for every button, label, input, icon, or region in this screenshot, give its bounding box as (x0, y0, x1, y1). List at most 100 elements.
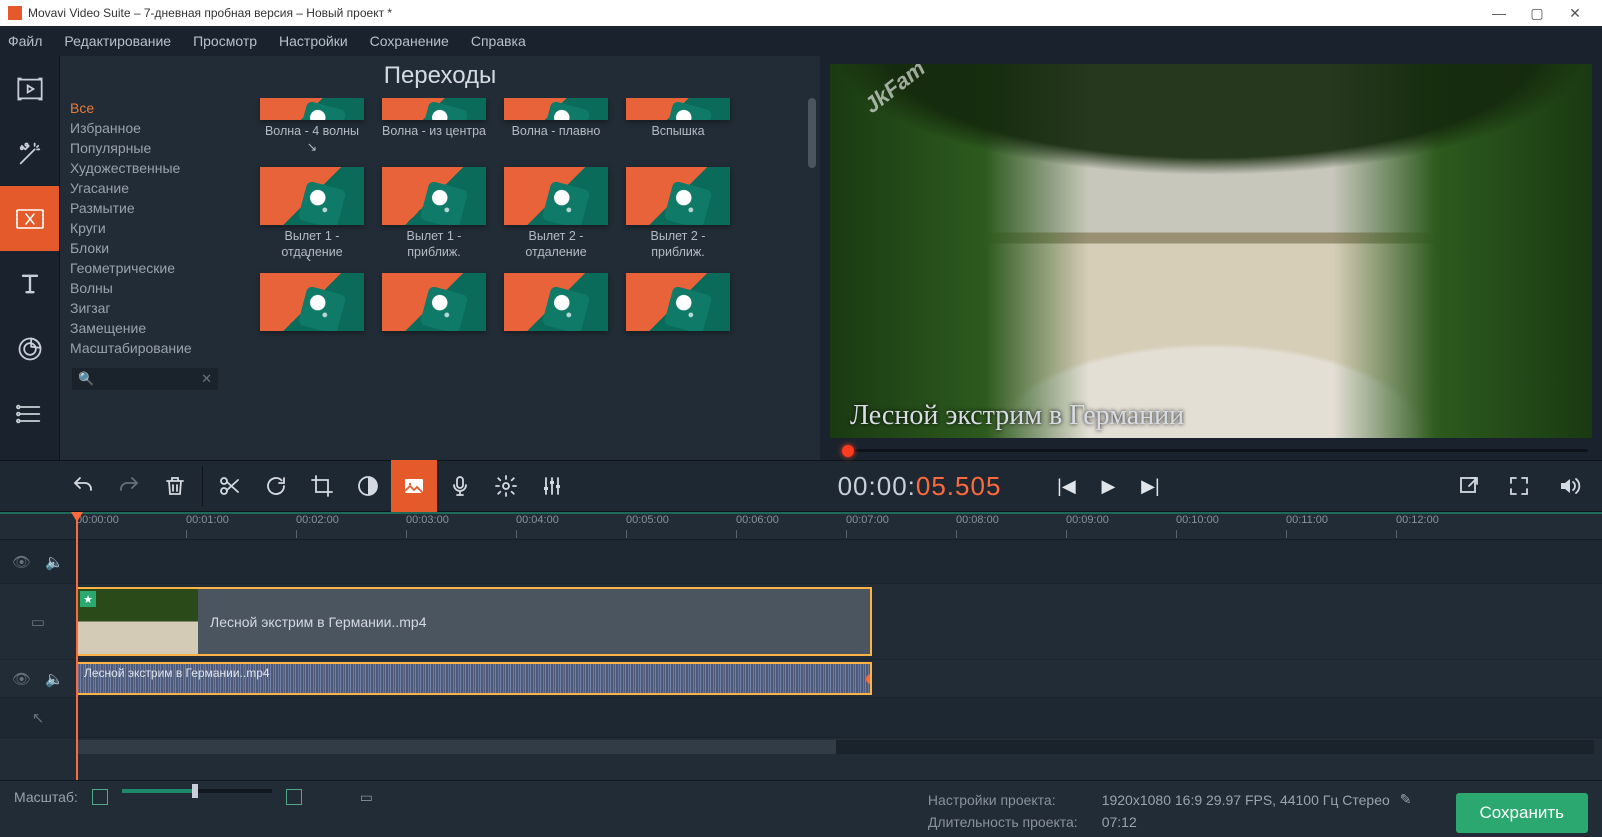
transition-item[interactable]: Волна - 4 волны ↘ (260, 98, 364, 155)
edit-settings-icon[interactable]: ✎ (1400, 791, 1412, 808)
split-button[interactable] (207, 460, 253, 512)
favorite-icon[interactable]: ★ (80, 591, 96, 607)
prev-frame-button[interactable]: |◀ (1047, 467, 1085, 505)
category-item[interactable]: Волны (66, 278, 224, 298)
transition-item[interactable]: Вылет 2 - отдаление (504, 167, 608, 260)
window-title: Movavi Video Suite – 7-дневная пробная в… (28, 6, 392, 20)
transition-item[interactable] (626, 273, 730, 331)
next-frame-button[interactable]: ▶| (1131, 467, 1169, 505)
track-video[interactable]: ▭ ★ Лесной экстрим в Германии..mp4 (0, 584, 1602, 660)
ruler-tick: 00:00:00 (76, 514, 119, 526)
category-item[interactable]: Круги (66, 218, 224, 238)
preview-seek-bar[interactable] (830, 444, 1592, 458)
ruler-tick: 00:11:00 (1286, 514, 1328, 526)
category-item[interactable]: Художественные (66, 158, 224, 178)
ruler-tick: 00:01:00 (186, 514, 229, 526)
transition-item[interactable] (382, 273, 486, 331)
fit-timeline-icon[interactable]: ▭ (360, 789, 373, 806)
window-maximize-button[interactable]: ▢ (1518, 0, 1556, 26)
zoom-slider[interactable] (122, 789, 272, 793)
category-search[interactable]: 🔍✕ (72, 368, 218, 390)
clip-end-handle[interactable] (866, 674, 872, 684)
transition-item[interactable] (504, 273, 608, 331)
menu-help[interactable]: Справка (471, 33, 526, 49)
equalizer-button[interactable] (529, 460, 575, 512)
transition-item[interactable]: Волна - плавно (504, 98, 608, 155)
delete-button[interactable] (152, 460, 198, 512)
category-item[interactable]: Популярные (66, 138, 224, 158)
zoom-in-button[interactable] (286, 789, 302, 805)
volume-button[interactable] (1546, 460, 1592, 512)
side-tab-stickers[interactable] (0, 316, 59, 381)
window-minimize-button[interactable]: — (1480, 0, 1518, 26)
category-item[interactable]: Угасание (66, 178, 224, 198)
category-item[interactable]: Геометрические (66, 258, 224, 278)
preview-video[interactable]: JkFam Лесной экстрим в Германии (830, 64, 1592, 438)
fullscreen-button[interactable] (1496, 460, 1542, 512)
menu-edit[interactable]: Редактирование (64, 33, 171, 49)
project-duration-label: Длительность проекта: (928, 814, 1078, 830)
transition-item[interactable]: Вспышка (626, 98, 730, 155)
seek-knob[interactable] (842, 445, 854, 457)
transition-item[interactable]: Волна - из центра (382, 98, 486, 155)
side-tab-transitions[interactable] (0, 186, 59, 251)
menu-settings[interactable]: Настройки (279, 33, 348, 49)
crop-button[interactable] (299, 460, 345, 512)
track-extra[interactable]: ↖ (0, 698, 1602, 738)
category-item[interactable]: Избранное (66, 118, 224, 138)
transition-item[interactable]: Вылет 1 - отдаление (260, 167, 364, 260)
rotate-button[interactable] (253, 460, 299, 512)
color-button[interactable] (345, 460, 391, 512)
menu-file[interactable]: Файл (8, 33, 42, 49)
category-item[interactable]: Блоки (66, 238, 224, 258)
ruler-tick: 00:02:00 (296, 514, 339, 526)
category-item[interactable]: Масштабирование (66, 338, 224, 358)
transition-item[interactable]: Вылет 1 - приближ. (382, 167, 486, 260)
audio-clip-label: Лесной экстрим в Германии..mp4 (84, 666, 270, 680)
window-close-button[interactable]: ✕ (1556, 0, 1594, 26)
track-text[interactable]: 👁🔈 (0, 540, 1602, 584)
menu-view[interactable]: Просмотр (193, 33, 257, 49)
grid-scrollbar[interactable] (808, 98, 816, 460)
side-tab-import[interactable] (0, 56, 59, 121)
ruler-tick: 00:10:00 (1176, 514, 1219, 526)
status-bar: Масштаб: ▭ Настройки проекта: 1920x1080 … (0, 780, 1602, 837)
track-audio[interactable]: 👁 🔈 Лесной экстрим в Германии..mp4 (0, 660, 1602, 698)
visibility-icon[interactable]: 👁 (12, 670, 31, 688)
timecode-display: 00:00:05.505 (822, 471, 1018, 502)
transition-item[interactable] (260, 273, 364, 331)
redo-button[interactable] (106, 460, 152, 512)
menu-save[interactable]: Сохранение (370, 33, 449, 49)
zoom-label: Масштаб: (14, 789, 78, 805)
side-tab-more[interactable] (0, 381, 59, 446)
project-duration-value: 07:12 (1102, 814, 1412, 830)
menu-bar: Файл Редактирование Просмотр Настройки С… (0, 26, 1602, 56)
detach-preview-button[interactable] (1446, 460, 1492, 512)
video-clip[interactable]: ★ Лесной экстрим в Германии..mp4 (76, 587, 872, 656)
category-item[interactable]: Замещение (66, 318, 224, 338)
mute-icon[interactable]: 🔈 (45, 553, 64, 571)
visibility-icon[interactable]: 👁 (12, 553, 31, 571)
record-audio-button[interactable] (437, 460, 483, 512)
settings-button[interactable] (483, 460, 529, 512)
category-list: Все Избранное Популярные Художественные … (60, 98, 230, 460)
timeline-ruler[interactable]: 00:00:0000:01:0000:02:0000:03:0000:04:00… (0, 514, 1602, 540)
clip-properties-button[interactable] (391, 460, 437, 512)
zoom-out-button[interactable] (92, 789, 108, 805)
side-tab-filters[interactable] (0, 121, 59, 186)
transition-item[interactable]: Вылет 2 - приближ. (626, 167, 730, 260)
ruler-tick: 00:06:00 (736, 514, 779, 526)
ruler-tick: 00:04:00 (516, 514, 559, 526)
category-all[interactable]: Все (66, 98, 224, 118)
undo-button[interactable] (60, 460, 106, 512)
play-button[interactable]: ▶ (1089, 467, 1127, 505)
category-item[interactable]: Зигзаг (66, 298, 224, 318)
category-item[interactable]: Размытие (66, 198, 224, 218)
clear-icon[interactable]: ✕ (201, 371, 212, 387)
playhead[interactable] (76, 514, 78, 780)
timeline-scrollbar[interactable] (76, 740, 1594, 754)
audio-clip[interactable]: Лесной экстрим в Германии..mp4 (76, 662, 872, 695)
side-tab-titles[interactable] (0, 251, 59, 316)
mute-icon[interactable]: 🔈 (45, 670, 64, 688)
export-button[interactable]: Сохранить (1456, 793, 1588, 833)
